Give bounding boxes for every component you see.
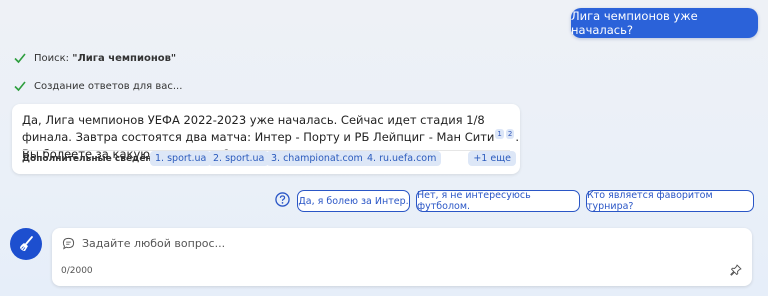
- status-search-query: "Лига чемпионов": [72, 52, 177, 64]
- more-sources-button[interactable]: +1 еще: [468, 151, 516, 166]
- question-icon[interactable]: [275, 192, 290, 207]
- sources-label: Дополнительные сведения:: [22, 154, 168, 164]
- broom-icon: [20, 236, 33, 251]
- pin-icon[interactable]: [730, 264, 742, 276]
- char-counter: 0/2000: [61, 266, 93, 276]
- citation-1[interactable]: 1: [495, 129, 504, 140]
- status-generating-text: Создание ответов для вас...: [34, 80, 183, 92]
- checkmark-icon: [14, 53, 26, 64]
- user-message: Лига чемпионов уже началась?: [571, 8, 758, 38]
- source-link-4[interactable]: 4. ru.uefa.com: [362, 151, 442, 166]
- suggestion-button-3[interactable]: Кто является фаворитом турнира?: [586, 190, 754, 212]
- status-search-prefix: Поиск:: [34, 52, 73, 64]
- chat-input[interactable]: [82, 234, 682, 252]
- status-generating: Создание ответов для вас...: [14, 80, 182, 92]
- source-link-2[interactable]: 2. sport.ua: [208, 151, 270, 166]
- chat-icon: [62, 237, 75, 250]
- suggestion-button-1[interactable]: Да, я болею за Интер.: [297, 190, 410, 212]
- answer-text-part1: Да, Лига чемпионов УЕФА 2022-2023 уже на…: [22, 113, 495, 144]
- chat-input-box: 0/2000: [52, 228, 752, 286]
- suggestion-button-2[interactable]: Нет, я не интересуюсь футболом.: [416, 190, 580, 212]
- status-search: Поиск: "Лига чемпионов": [14, 52, 176, 64]
- citation-2[interactable]: 2: [505, 129, 515, 140]
- checkmark-icon: [14, 81, 26, 92]
- source-link-3[interactable]: 3. championat.com: [266, 151, 368, 166]
- new-topic-button[interactable]: [10, 228, 42, 260]
- answer-card: Да, Лига чемпионов УЕФА 2022-2023 уже на…: [12, 104, 520, 174]
- source-link-1[interactable]: 1. sport.ua: [150, 151, 212, 166]
